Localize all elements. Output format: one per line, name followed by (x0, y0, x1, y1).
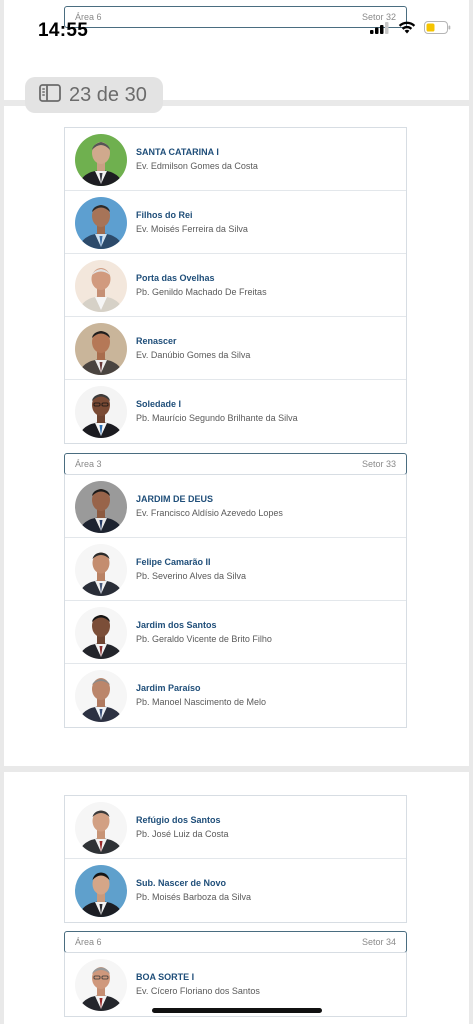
pastor-name: Ev. Francisco Aldísio Azevedo Lopes (136, 508, 283, 518)
wifi-icon (398, 21, 416, 39)
status-icons (370, 21, 451, 39)
sidebar-icon (39, 83, 61, 107)
church-name: Renascer (136, 336, 177, 346)
avatar (75, 544, 127, 596)
avatar (75, 386, 127, 438)
pastor-name: Ev. Cícero Floriano dos Santos (136, 986, 260, 996)
list-item[interactable]: Felipe Camarão II Pb. Severino Alves da … (65, 538, 406, 601)
church-list-group3: Refúgio dos Santos Pb. José Luiz da Cost… (64, 795, 407, 923)
pastor-name: Pb. Manoel Nascimento de Melo (136, 697, 267, 707)
home-indicator[interactable] (152, 1008, 322, 1013)
church-name: Soledade I (136, 399, 182, 409)
avatar (75, 260, 127, 312)
avatar (75, 323, 127, 375)
avatar (75, 865, 127, 917)
battery-icon (424, 21, 451, 39)
cellular-signal-icon (370, 21, 390, 39)
list-item[interactable]: Soledade I Pb. Maurício Segundo Brilhant… (65, 380, 406, 443)
pastor-name: Ev. Edmilson Gomes da Costa (136, 161, 258, 171)
page-indicator-label: 23 de 30 (69, 83, 147, 106)
list-item[interactable]: Jardim Paraíso Pb. Manoel Nascimento de … (65, 664, 406, 727)
area-label: Área 3 (75, 459, 102, 469)
avatar (75, 134, 127, 186)
setor-label: Setor 34 (361, 937, 396, 947)
church-name: Filhos do Rei (136, 210, 193, 220)
list-item[interactable]: Refúgio dos Santos Pb. José Luiz da Cost… (65, 796, 406, 859)
church-list-group1: SANTA CATARINA I Ev. Edmilson Gomes da C… (64, 127, 407, 444)
church-name: Sub. Nascer de Novo (136, 878, 227, 888)
pastor-name: Ev. Danúbio Gomes da Silva (136, 350, 251, 360)
church-name: Felipe Camarão II (136, 557, 211, 567)
list-item[interactable]: BOA SORTE I Ev. Cícero Floriano dos Sant… (65, 953, 406, 1016)
church-list-group2: JARDIM DE DEUS Ev. Francisco Aldísio Aze… (64, 474, 407, 728)
avatar (75, 670, 127, 722)
status-time: 14:55 (38, 20, 89, 41)
church-name: Jardim Paraíso (136, 683, 201, 693)
list-item[interactable]: Filhos do Rei Ev. Moisés Ferreira da Sil… (65, 191, 406, 254)
pastor-name: Pb. Maurício Segundo Brilhante da Silva (136, 413, 298, 423)
list-item[interactable]: Renascer Ev. Danúbio Gomes da Silva (65, 317, 406, 380)
pastor-name: Pb. Geraldo Vicente de Brito Filho (136, 634, 272, 644)
list-item[interactable]: JARDIM DE DEUS Ev. Francisco Aldísio Aze… (65, 475, 406, 538)
pastor-name: Pb. Genildo Machado De Freitas (136, 287, 267, 297)
avatar (75, 802, 127, 854)
list-item[interactable]: Porta das Ovelhas Pb. Genildo Machado De… (65, 254, 406, 317)
avatar (75, 959, 127, 1011)
avatar (75, 481, 127, 533)
pastor-name: Pb. Moisés Barboza da Silva (136, 892, 252, 902)
status-bar: 14:55 (0, 0, 473, 50)
list-item[interactable]: Jardim dos Santos Pb. Geraldo Vicente de… (65, 601, 406, 664)
pastor-name: Ev. Moisés Ferreira da Silva (136, 224, 248, 234)
area-label: Área 6 (75, 937, 102, 947)
page-indicator[interactable]: 23 de 30 (25, 77, 163, 113)
pastor-name: Pb. Severino Alves da Silva (136, 571, 247, 581)
section-header-area3-setor33: Área 3 Setor 33 (64, 453, 407, 475)
pastor-name: Pb. José Luiz da Costa (136, 829, 229, 839)
church-name: JARDIM DE DEUS (136, 494, 214, 504)
section-header-area6-setor34: Área 6 Setor 34 (64, 931, 407, 953)
avatar (75, 197, 127, 249)
church-name: BOA SORTE I (136, 972, 195, 982)
church-name: Porta das Ovelhas (136, 273, 215, 283)
list-item[interactable]: Sub. Nascer de Novo Pb. Moisés Barboza d… (65, 859, 406, 922)
avatar (75, 607, 127, 659)
setor-label: Setor 33 (361, 459, 396, 469)
church-name: SANTA CATARINA I (136, 147, 219, 157)
list-item[interactable]: SANTA CATARINA I Ev. Edmilson Gomes da C… (65, 128, 406, 191)
church-name: Refúgio dos Santos (136, 815, 221, 825)
church-name: Jardim dos Santos (136, 620, 217, 630)
